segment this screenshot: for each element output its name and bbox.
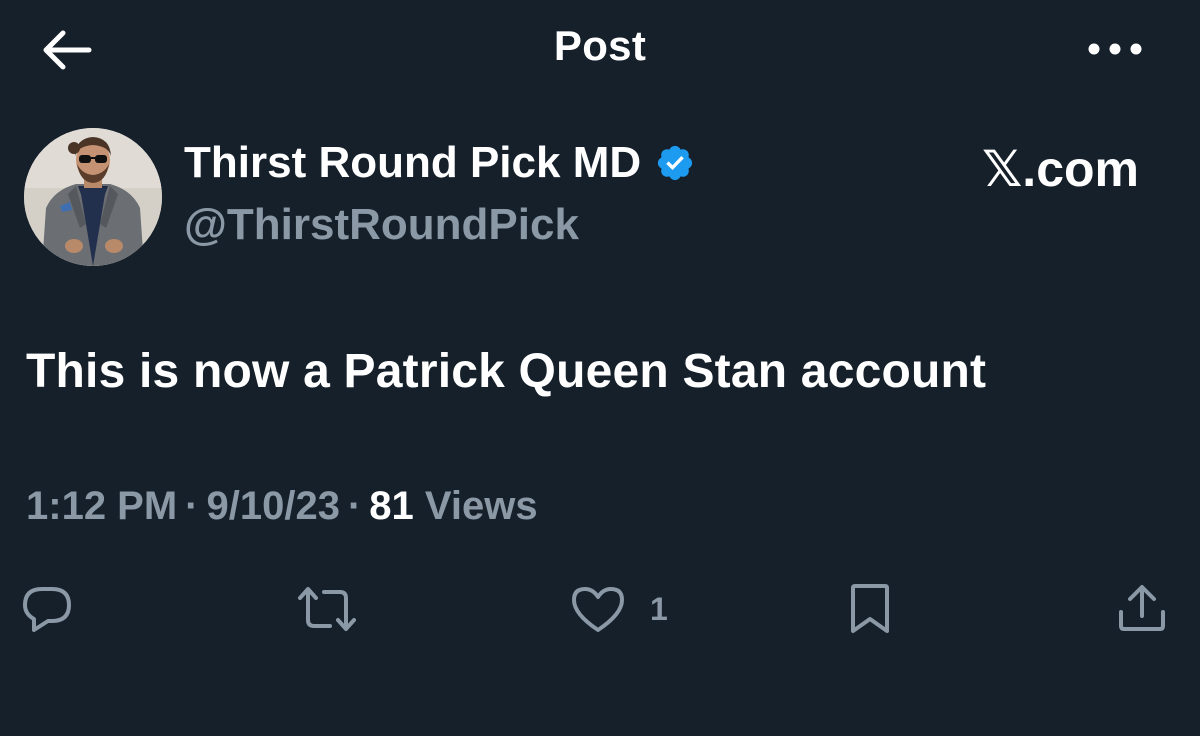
share-button[interactable] <box>1116 582 1168 634</box>
bookmark-button[interactable] <box>846 582 894 636</box>
x-logo-icon: 𝕏 <box>982 140 1023 198</box>
repost-button[interactable] <box>296 584 358 634</box>
post-meta: 1:12 PM · 9/10/23 · 81 Views <box>26 484 538 529</box>
repost-icon <box>298 587 356 631</box>
share-icon <box>1119 585 1165 631</box>
avatar[interactable] <box>24 128 162 266</box>
views-count: 81 <box>369 484 414 528</box>
x-com-watermark: 𝕏 .com <box>982 140 1139 198</box>
meta-separator: · <box>347 484 362 528</box>
post-time[interactable]: 1:12 PM <box>26 484 177 528</box>
author-name: Thirst Round Pick MD <box>184 138 642 187</box>
author-name-row[interactable]: Thirst Round Pick MD <box>184 138 695 188</box>
author-handle[interactable]: @ThirstRoundPick <box>184 200 579 250</box>
more-horizontal-icon <box>1088 43 1142 55</box>
watermark-domain: .com <box>1022 141 1139 197</box>
more-options-button[interactable] <box>1080 24 1150 74</box>
post-date[interactable]: 9/10/23 <box>207 484 340 528</box>
meta-separator: · <box>185 484 199 528</box>
bookmark-icon <box>851 584 889 633</box>
reply-icon <box>23 587 71 632</box>
heart-icon <box>572 587 624 632</box>
page-title: Post <box>553 22 647 69</box>
views-label: Views <box>424 484 538 528</box>
avatar-image <box>24 128 162 266</box>
post-text: This is now a Patrick Queen Stan account <box>26 345 987 398</box>
verified-badge-icon <box>655 143 695 183</box>
like-count: 1 <box>650 590 668 627</box>
reply-button[interactable] <box>20 584 74 634</box>
like-button[interactable]: 1 <box>570 584 668 634</box>
